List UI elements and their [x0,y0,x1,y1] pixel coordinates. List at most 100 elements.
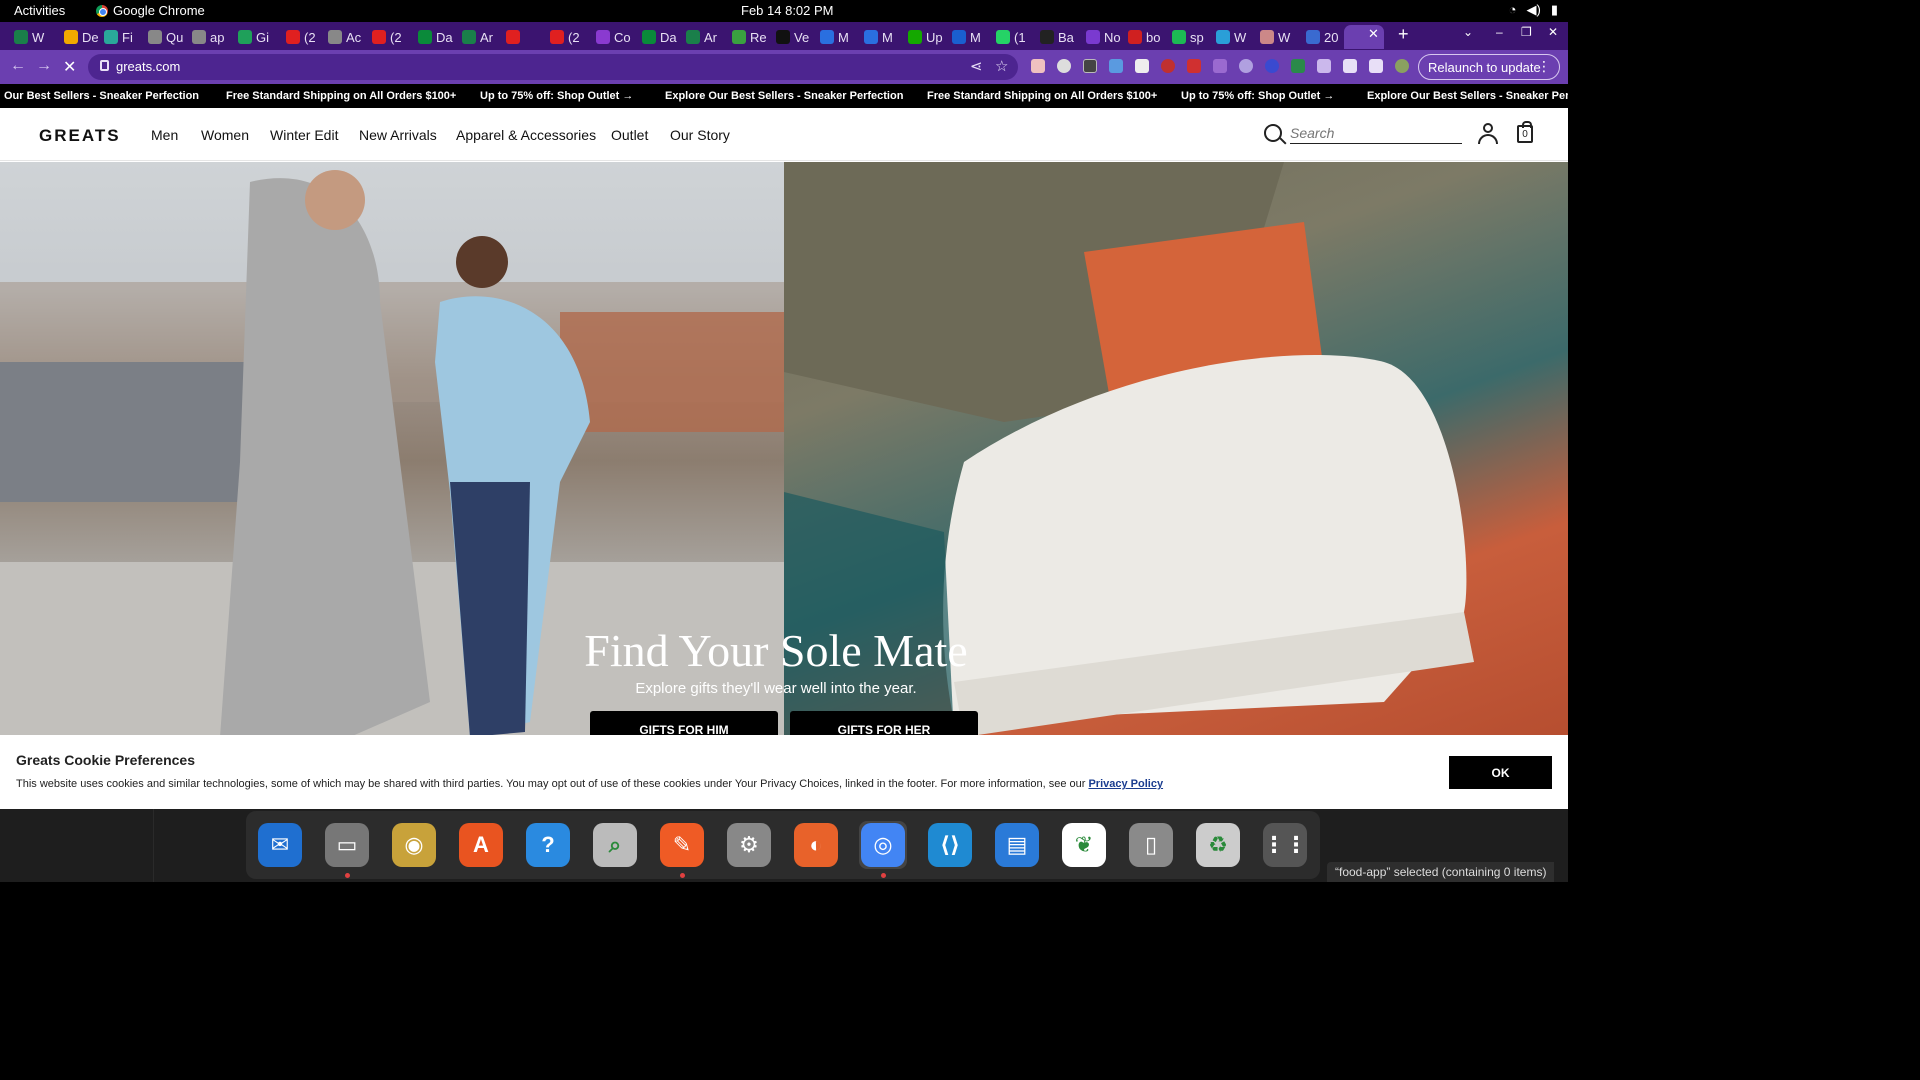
promo-link[interactable]: Free Standard Shipping on All Orders $10… [226,90,456,102]
dock-item[interactable]: ⌕ [591,821,639,869]
browser-tab[interactable]: (2 [280,25,322,49]
browser-tab[interactable]: W [1210,25,1252,49]
promo-link[interactable]: Explore Our Best Sellers - Sneaker Perfe… [1367,90,1568,102]
cart-icon[interactable]: 0 [1517,121,1533,143]
browser-tab[interactable]: No [1080,25,1122,49]
forward-button[interactable]: → [36,57,52,75]
dock-item[interactable]: A [457,821,505,869]
promo-link[interactable]: Up to 75% off: Shop Outlet → [480,90,633,102]
share-icon[interactable]: ⋖ [970,57,983,75]
browser-tab[interactable] [500,25,542,49]
browser-tab[interactable]: Up [902,25,944,49]
dock-item[interactable]: ✎ [658,821,706,878]
browser-tab[interactable]: Ba [1034,25,1076,49]
address-bar[interactable]: greats.com ⋖ ☆ [88,54,1018,80]
window-close-icon[interactable]: ✕ [1548,25,1558,39]
nav-apparel-accessories[interactable]: Apparel & Accessories [456,127,596,143]
nav-winter-edit[interactable]: Winter Edit [270,127,338,143]
browser-tab[interactable]: Gi [232,25,274,49]
cookie-ok-button[interactable]: OK [1449,756,1552,789]
maximize-icon[interactable]: ❐ [1521,25,1532,39]
bookmark-star-icon[interactable]: ☆ [995,57,1008,75]
side-panel-icon[interactable] [1369,59,1383,73]
dock-item[interactable]: ? [524,821,572,869]
browser-tab[interactable]: Ac [322,25,364,49]
activities-button[interactable]: Activities [14,3,65,18]
system-tray[interactable]: ◔ ◀) ▮ [1509,2,1558,18]
browser-tab[interactable]: Re [726,25,768,49]
dock-item[interactable]: ▭ [323,821,371,878]
nav-men[interactable]: Men [151,127,178,143]
extension-icon[interactable] [1109,59,1123,73]
browser-tab[interactable]: ap [186,25,228,49]
dock-item[interactable]: ⟨⟩ [926,821,974,869]
search-icon[interactable] [1264,124,1282,142]
browser-tab[interactable]: (2 [544,25,586,49]
back-button[interactable]: ← [10,57,26,75]
browser-tab[interactable]: (2 [366,25,408,49]
extension-icon[interactable] [1135,59,1149,73]
nav-our-story[interactable]: Our Story [670,127,730,143]
dock-item[interactable]: ▯ [1127,821,1175,869]
browser-tab[interactable]: M [946,25,988,49]
promo-link[interactable]: Our Best Sellers - Sneaker Perfection [4,90,199,102]
url-text[interactable]: greats.com [116,59,180,74]
browser-tab[interactable]: M [814,25,856,49]
dock-item[interactable]: ◉ [390,821,438,869]
eyedropper-icon[interactable] [1213,59,1227,73]
search-input[interactable] [1290,122,1462,144]
extension-icon[interactable] [1291,59,1305,73]
privacy-policy-link[interactable]: Privacy Policy [1088,778,1163,790]
extension-icon[interactable] [1083,59,1097,73]
browser-tab[interactable]: Fi [98,25,140,49]
clock[interactable]: Feb 14 8:02 PM [741,3,834,18]
new-tab-button[interactable]: + [1398,24,1409,45]
promo-link[interactable]: Up to 75% off: Shop Outlet → [1181,90,1334,102]
browser-tab[interactable]: De [58,25,100,49]
browser-tab[interactable]: Qu [142,25,184,49]
nav-outlet[interactable]: Outlet [611,127,648,143]
browser-tab[interactable]: W [8,25,50,49]
promo-link[interactable]: Free Standard Shipping on All Orders $10… [927,90,1157,102]
promo-link[interactable]: Explore Our Best Sellers - Sneaker Perfe… [665,90,903,102]
browser-tab[interactable]: 20 [1300,25,1342,49]
browser-tab[interactable]: Ar [456,25,498,49]
minimize-icon[interactable]: – [1496,25,1503,39]
extension-icon[interactable] [1239,59,1253,73]
account-icon[interactable] [1478,123,1498,145]
lock-icon[interactable] [100,60,109,71]
dock-item[interactable]: ⚙ [725,821,773,869]
browser-tab[interactable]: (1 [990,25,1032,49]
dock-item[interactable]: ◐ [792,821,840,869]
browser-tab[interactable]: sp [1166,25,1208,49]
stop-loading-button[interactable]: ✕ [63,57,76,77]
browser-tab[interactable]: M [858,25,900,49]
nav-new-arrivals[interactable]: New Arrivals [359,127,437,143]
avatar[interactable] [1395,59,1409,73]
dock-item[interactable]: ❦ [1060,821,1108,869]
extension-icon[interactable] [1031,59,1045,73]
dock-item[interactable]: ◎ [859,821,907,878]
extension-icon[interactable] [1161,59,1175,73]
reading-list-icon[interactable] [1343,59,1357,73]
more-menu-icon[interactable]: ⋮ [1537,58,1551,75]
dock-item[interactable]: ▤ [993,821,1041,869]
nav-women[interactable]: Women [201,127,249,143]
tab-search-icon[interactable]: ⌄ [1463,25,1473,39]
browser-tab[interactable]: Co [590,25,632,49]
extension-icon[interactable] [1057,59,1071,73]
browser-tab[interactable]: Da [636,25,678,49]
dock-item[interactable]: ⋮⋮ [1261,821,1309,869]
relaunch-button[interactable]: Relaunch to update ⋮ [1418,54,1560,80]
dock-item[interactable]: ♻ [1194,821,1242,869]
browser-tab[interactable]: bo [1122,25,1164,49]
extension-icon[interactable] [1265,59,1279,73]
dock-item[interactable]: ✉ [256,821,304,869]
browser-tab[interactable]: Ve [770,25,812,49]
app-menu[interactable]: Google Chrome [96,3,205,18]
extension-icon[interactable] [1187,59,1201,73]
close-icon[interactable]: ✕ [1368,26,1379,42]
browser-tab[interactable]: Da [412,25,454,49]
site-logo[interactable]: GREATS [39,126,121,146]
puzzle-icon[interactable] [1317,59,1331,73]
